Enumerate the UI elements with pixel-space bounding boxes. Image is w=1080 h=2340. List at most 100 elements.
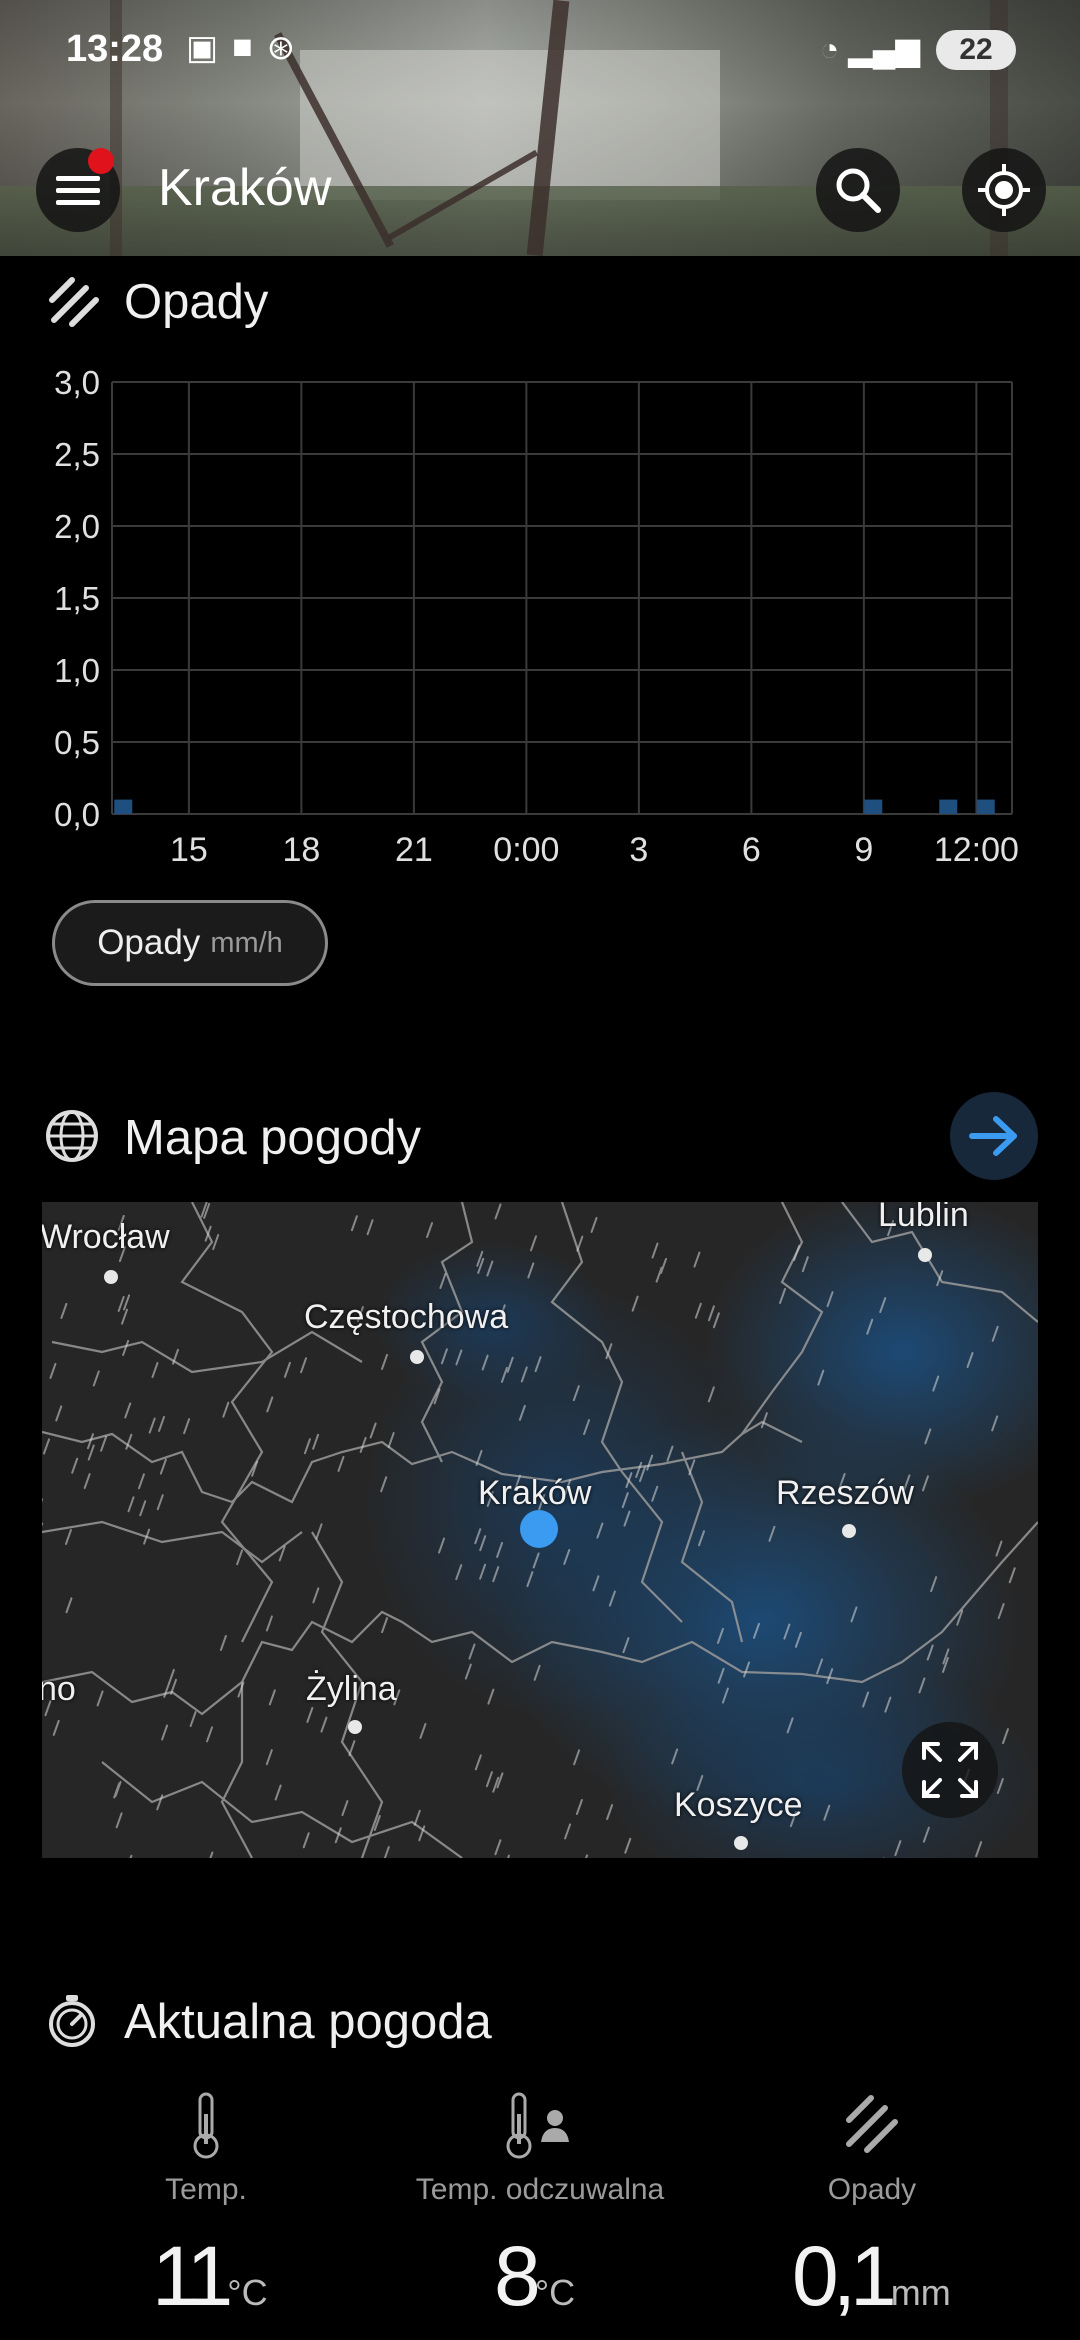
precip-unit: mm xyxy=(890,2272,951,2313)
rain-streak xyxy=(139,1500,147,1517)
rain-streak xyxy=(320,1716,328,1733)
rain-streak xyxy=(274,1784,282,1801)
map-city-dot xyxy=(348,1720,362,1734)
rain-streak xyxy=(170,1678,178,1695)
open-map-button[interactable] xyxy=(950,1092,1038,1180)
precip-bar xyxy=(976,799,995,814)
rain-streak xyxy=(212,1234,220,1251)
map-city-dot xyxy=(918,1248,932,1262)
x-tick-label: 15 xyxy=(170,831,208,869)
feels-like-unit: °C xyxy=(534,2272,576,2313)
rain-streak xyxy=(161,1724,169,1741)
temp-unit: °C xyxy=(227,2272,268,2313)
rain-streak xyxy=(158,1415,166,1432)
current-precip-block: Opady xyxy=(692,2090,1052,2207)
x-tick-label: 21 xyxy=(395,831,433,869)
feels-like-label: Temp. odczuwalna xyxy=(415,2173,665,2206)
map-city-dot xyxy=(410,1350,424,1364)
rain-streak xyxy=(49,1362,57,1379)
y-tick-label: 2,0 xyxy=(54,508,100,545)
rain-streak xyxy=(300,1357,308,1374)
rain-streak xyxy=(100,1435,108,1452)
rain-streak xyxy=(64,1528,72,1545)
rain-streak xyxy=(117,1295,125,1312)
fullscreen-map-button[interactable] xyxy=(902,1722,998,1818)
rain-streak xyxy=(348,1740,356,1757)
rain-streak xyxy=(383,1846,390,1858)
current-weather-title: Aktualna pogoda xyxy=(124,1995,492,2049)
status-notification-icons: ▣ ■ ⊛ xyxy=(186,28,295,68)
rain-streak xyxy=(655,1266,663,1283)
precipitation-legend-chip[interactable]: Opady mm/h xyxy=(52,900,328,986)
rain-streak xyxy=(426,1222,434,1239)
rain-streak xyxy=(265,1749,273,1766)
map-city-krakow: Kraków xyxy=(478,1474,592,1512)
chip-label: Opady xyxy=(97,923,201,962)
temp-number: 11 xyxy=(152,2229,233,2323)
map-city-dot xyxy=(734,1836,748,1850)
rain-streak xyxy=(624,1837,632,1854)
locate-icon xyxy=(978,164,1030,216)
precip-bar xyxy=(114,799,133,814)
rain-streak xyxy=(129,1854,133,1858)
rain-streak xyxy=(96,1690,104,1707)
rain-streak xyxy=(183,1418,191,1435)
rain-streak xyxy=(303,1438,311,1455)
rain-streak xyxy=(189,1711,197,1728)
rain-streak xyxy=(159,1458,167,1475)
map-city-czestochowa: Częstochowa xyxy=(304,1298,509,1336)
rain-streak xyxy=(65,1597,73,1614)
rain-streak xyxy=(413,1809,421,1826)
x-tick-label: 12:00 xyxy=(934,831,1019,869)
rain-streak xyxy=(121,1308,129,1325)
map-city-lublin: Lublin xyxy=(878,1202,969,1234)
rain-streak xyxy=(122,1339,130,1356)
y-tick-label: 0,5 xyxy=(54,724,100,761)
precip-label: Opady xyxy=(827,2173,917,2206)
precip-value: 0,1mm xyxy=(792,2228,951,2325)
search-button[interactable] xyxy=(816,148,900,232)
wifi-signal-icon: ◔ ▂▄▆ xyxy=(819,31,920,67)
x-tick-label: 6 xyxy=(742,831,761,869)
feels-like-block: Temp. odczuwalna xyxy=(360,2090,720,2207)
rain-streak xyxy=(163,1681,171,1698)
y-tick-label: 1,0 xyxy=(54,652,100,689)
rain-streak xyxy=(206,1726,214,1743)
rain-streak xyxy=(83,1473,91,1490)
rain-streak xyxy=(576,1235,584,1252)
rain-streak xyxy=(92,1370,100,1387)
map-city-dot xyxy=(104,1270,118,1284)
carrier-icon: ⊛ xyxy=(266,29,296,67)
rain-streak xyxy=(55,1405,63,1422)
rain-streak xyxy=(359,1436,367,1453)
rain-streak xyxy=(167,1668,175,1685)
rain-streak xyxy=(156,1494,164,1511)
rain-streak xyxy=(366,1219,374,1236)
x-tick-label: 3 xyxy=(629,831,648,869)
current-temp-block: Temp. xyxy=(26,2090,386,2207)
locate-button[interactable] xyxy=(962,148,1046,232)
feels-like-value: 8°C xyxy=(494,2228,575,2325)
rain-streak xyxy=(115,1812,123,1829)
rain-icon xyxy=(49,277,99,327)
rain-icon xyxy=(846,2095,898,2153)
map-city-dot xyxy=(842,1524,856,1538)
stopwatch-icon xyxy=(49,1995,95,2047)
weather-map[interactable]: Wrocław Lublin Częstochowa Kraków Rzeszó… xyxy=(42,1202,1038,1858)
search-icon xyxy=(836,168,881,213)
rain-streak xyxy=(43,1438,51,1455)
precipitation-title: Opady xyxy=(124,275,269,329)
rain-streak xyxy=(575,1799,583,1816)
thermometer-icon xyxy=(193,2092,219,2159)
rain-streak xyxy=(494,1839,502,1856)
rain-streak xyxy=(222,1401,230,1418)
y-tick-label: 3,0 xyxy=(54,364,100,401)
rain-streak xyxy=(71,1457,79,1474)
battery-indicator: 22 xyxy=(936,30,1016,70)
y-tick-label: 2,5 xyxy=(54,436,100,473)
city-title[interactable]: Kraków xyxy=(158,158,331,218)
rain-streak xyxy=(236,1549,244,1566)
map-city-wroclaw: Wrocław xyxy=(42,1218,170,1256)
rain-streak xyxy=(306,1706,314,1723)
rain-streak xyxy=(209,1851,214,1858)
